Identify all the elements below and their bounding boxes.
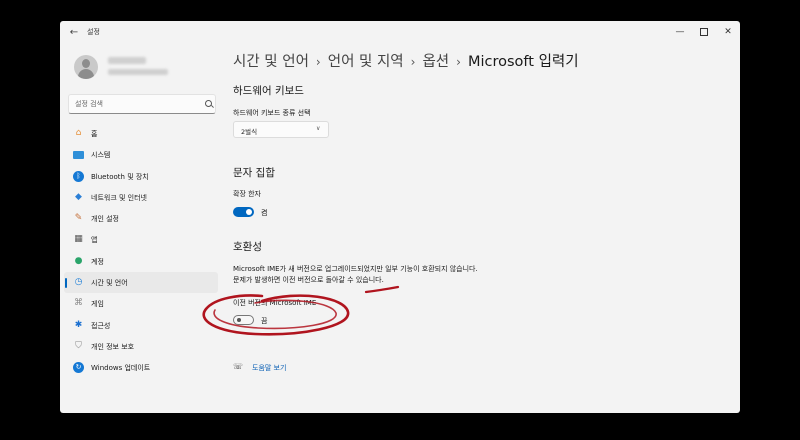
avatar-head <box>82 59 90 68</box>
sidebar-item-label: 개인 설정 <box>91 215 119 224</box>
hardware-keyboard-label: 하드웨어 키보드 종류 선택 <box>233 109 311 117</box>
hardware-keyboard-title: 하드웨어 키보드 <box>233 85 304 97</box>
chevron-down-icon: ∨ <box>316 125 321 132</box>
close-button[interactable]: ✕ <box>716 24 740 40</box>
back-arrow-icon[interactable]: ← <box>67 26 81 40</box>
apps-icon: ▦ <box>74 234 83 245</box>
search-icon[interactable] <box>205 100 212 107</box>
windows-update-icon: ↻ <box>73 362 84 374</box>
sidebar-item-bluetooth[interactable]: ᛒ Bluetooth 및 장치 <box>64 166 218 187</box>
blurred-user-name <box>108 57 146 64</box>
sidebar-item-system[interactable]: 시스템 <box>64 144 218 165</box>
breadcrumb-options[interactable]: 옵션 <box>422 54 449 70</box>
sidebar-item-home[interactable]: ⌂ 홈 <box>64 123 218 144</box>
sidebar-item-label: 홈 <box>91 130 98 138</box>
sidebar-item-label: 앱 <box>91 236 98 245</box>
sidebar-item-label: Windows 업데이트 <box>91 364 151 373</box>
sidebar-nav: ⌂ 홈 시스템 ᛒ Bluetooth 및 장치 ◆ 네트워크 및 인터넷 ✎ … <box>64 123 218 379</box>
sidebar-item-label: 계정 <box>91 257 104 266</box>
extended-hanja-toggle[interactable] <box>233 207 254 217</box>
title-bar: ← 설정 — ✕ <box>60 21 740 45</box>
system-icon <box>73 151 84 160</box>
sidebar-item-label: Bluetooth 및 장치 <box>91 172 149 181</box>
personalization-icon: ✎ <box>74 213 83 224</box>
breadcrumb: 시간 및 언어 › 언어 및 지역 › 옵션 › Microsoft 입력기 <box>233 50 579 71</box>
sidebar-item-personalization[interactable]: ✎ 개인 설정 <box>64 208 218 229</box>
sidebar-item-label: 접근성 <box>91 321 111 330</box>
search-input[interactable] <box>75 98 195 110</box>
avatar[interactable] <box>74 55 98 79</box>
network-icon: ◆ <box>75 191 82 202</box>
previous-ime-toggle[interactable] <box>233 315 254 325</box>
search-box[interactable] <box>68 94 216 114</box>
maximize-button[interactable] <box>692 24 716 40</box>
character-set-title: 문자 집합 <box>233 167 275 179</box>
sidebar-item-network[interactable]: ◆ 네트워크 및 인터넷 <box>64 187 218 208</box>
extended-hanja-label: 확장 한자 <box>233 190 261 198</box>
keyboard-type-value: 2벌식 <box>241 128 258 136</box>
avatar-body <box>78 69 94 79</box>
help-icon: ☏ <box>233 362 244 371</box>
privacy-icon: ⛉ <box>75 340 82 351</box>
sidebar-item-label: 시간 및 언어 <box>91 279 128 288</box>
sidebar-item-time-language[interactable]: ◷ 시간 및 언어 <box>64 272 218 294</box>
gaming-icon: ⌘ <box>74 298 83 309</box>
breadcrumb-time-language[interactable]: 시간 및 언어 <box>233 54 309 70</box>
breadcrumb-separator: › <box>456 55 461 69</box>
settings-window: ← 설정 — ✕ ⌂ 홈 시스템 ᛒ Bluetooth 및 장치 ◆ 네트워크… <box>60 21 740 413</box>
blurred-user-email <box>108 69 168 75</box>
window-title: 설정 <box>87 28 100 36</box>
breadcrumb-separator: › <box>315 55 321 69</box>
sidebar-item-apps[interactable]: ▦ 앱 <box>64 229 218 250</box>
home-icon: ⌂ <box>75 128 82 138</box>
sidebar-item-accessibility[interactable]: ✱ 접근성 <box>64 315 218 336</box>
previous-ime-state: 끔 <box>261 317 268 325</box>
sidebar-item-gaming[interactable]: ⌘ 게임 <box>64 293 218 314</box>
help-link-label: 도움말 보기 <box>252 364 287 372</box>
previous-ime-label: 이전 버전의 Microsoft IME <box>233 299 317 307</box>
sidebar-item-label: 시스템 <box>91 151 111 160</box>
sidebar-item-label: 개인 정보 보호 <box>91 342 135 351</box>
sidebar-item-privacy[interactable]: ⛉ 개인 정보 보호 <box>64 336 218 357</box>
compatibility-description: Microsoft IME가 새 버전으로 업그레이드되었지만 일부 기능이 호… <box>233 265 478 284</box>
breadcrumb-language-region[interactable]: 언어 및 지역 <box>328 54 404 70</box>
minimize-button[interactable]: — <box>668 24 692 40</box>
sidebar-item-windows-update[interactable]: ↻ Windows 업데이트 <box>64 357 218 378</box>
breadcrumb-separator: › <box>410 55 416 69</box>
sidebar-item-accounts[interactable]: ● 계정 <box>64 251 218 272</box>
accounts-icon: ● <box>74 255 83 266</box>
compatibility-title: 호환성 <box>233 241 262 253</box>
accessibility-icon: ✱ <box>74 319 83 330</box>
maximize-icon <box>700 27 708 36</box>
time-language-icon: ◷ <box>74 277 83 288</box>
keyboard-type-dropdown[interactable]: 2벌식 ∨ <box>233 121 329 138</box>
bluetooth-icon: ᛒ <box>73 170 84 182</box>
extended-hanja-state: 켬 <box>261 209 268 217</box>
sidebar-item-label: 네트워크 및 인터넷 <box>91 193 147 202</box>
page-title: Microsoft 입력기 <box>467 54 579 70</box>
sidebar-item-label: 게임 <box>91 300 104 309</box>
